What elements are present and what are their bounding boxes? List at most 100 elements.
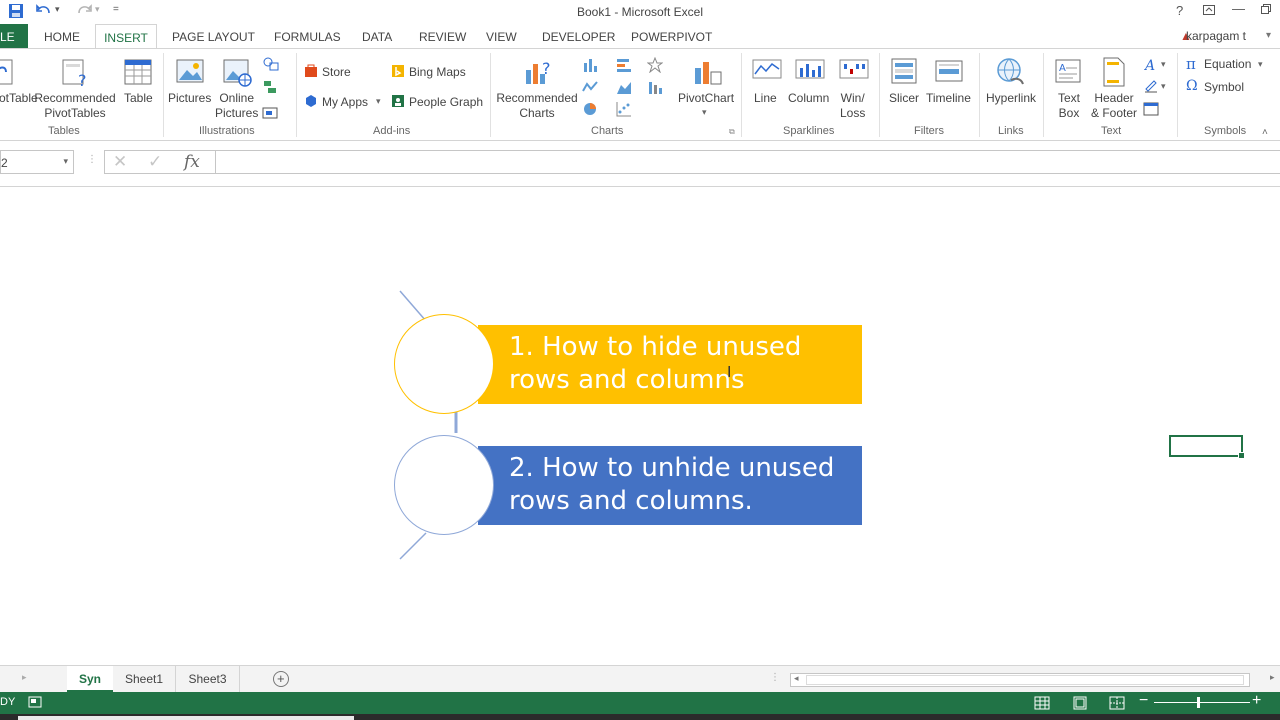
pictures-icon[interactable] (175, 56, 205, 88)
online-pictures-label[interactable]: Online Pictures (215, 91, 258, 121)
name-box-dropdown-icon[interactable]: ▾ (63, 156, 68, 167)
pivotchart-dropdown-icon[interactable]: ▾ (702, 107, 707, 118)
sheet-tab-sheet3[interactable]: Sheet3 (176, 666, 240, 693)
scroll-left-icon[interactable]: ◂ (794, 673, 799, 684)
sparkline-column-label[interactable]: Column (788, 91, 829, 106)
signature-dropdown-icon[interactable]: ▾ (1161, 81, 1166, 92)
scatter-chart-icon[interactable] (616, 101, 632, 117)
pivotchart-label[interactable]: PivotChart (678, 91, 734, 106)
tab-formulas[interactable]: FORMULAS (274, 30, 341, 44)
shapes-icon[interactable] (262, 56, 279, 72)
tab-view[interactable]: VIEW (486, 30, 517, 44)
step1-circle[interactable] (394, 314, 494, 414)
restore-icon[interactable] (1260, 3, 1272, 18)
pie-chart-icon[interactable] (582, 101, 598, 117)
my-apps-button[interactable]: My Apps (322, 95, 368, 109)
wordart-icon[interactable]: A (1143, 57, 1159, 74)
equation-dropdown-icon[interactable]: ▾ (1258, 59, 1263, 70)
page-break-view-icon[interactable] (1109, 695, 1125, 714)
scrollbar-thumb[interactable] (806, 675, 1244, 685)
stock-chart-icon[interactable] (647, 79, 663, 95)
signature-line-icon[interactable] (1143, 79, 1159, 95)
sparkline-line-label[interactable]: Line (754, 91, 777, 106)
textbox-icon[interactable]: A (1054, 56, 1084, 88)
symbol-button[interactable]: Symbol (1204, 80, 1244, 94)
collapse-ribbon-icon[interactable]: ˄ (1262, 127, 1268, 138)
my-apps-icon[interactable] (304, 94, 320, 110)
line-chart-icon[interactable] (582, 79, 598, 95)
textbox-label[interactable]: Text Box (1058, 91, 1080, 121)
user-name[interactable]: karpagam t (1186, 29, 1246, 43)
name-box[interactable]: 2 ▾ (0, 150, 74, 174)
table-icon[interactable] (123, 56, 153, 88)
insert-function-icon[interactable]: fx (184, 152, 200, 172)
new-sheet-button[interactable]: + (273, 671, 289, 687)
bing-maps-button[interactable]: Bing Maps (409, 65, 466, 79)
tab-split-handle-icon[interactable]: ⋮ (770, 672, 780, 683)
sheet-canvas[interactable]: 1. How to hide unused rows and columns 2… (0, 188, 1280, 665)
zoom-in-icon[interactable]: + (1252, 692, 1261, 710)
store-icon[interactable] (304, 64, 320, 80)
tab-file[interactable]: LE (0, 24, 28, 48)
formula-input[interactable] (215, 150, 1280, 174)
store-button[interactable]: Store (322, 65, 351, 79)
symbol-icon[interactable]: Ω (1186, 78, 1198, 94)
recommended-charts-label[interactable]: Recommended Charts (496, 91, 578, 121)
scroll-sheets-right-icon[interactable]: ▸ (22, 672, 27, 683)
pictures-label[interactable]: Pictures (168, 91, 211, 106)
zoom-slider-track[interactable] (1154, 702, 1250, 703)
active-cell-selection[interactable] (1169, 435, 1245, 459)
object-icon[interactable] (1143, 101, 1159, 117)
step1-bar[interactable]: 1. How to hide unused rows and columns (478, 325, 862, 404)
pivottable-icon[interactable] (0, 56, 20, 88)
slicer-label[interactable]: Slicer (889, 91, 919, 106)
recommended-charts-icon[interactable]: ? (522, 56, 552, 88)
equation-icon[interactable]: π (1186, 55, 1196, 73)
tab-powerpivot[interactable]: POWERPIVOT (631, 30, 712, 44)
timeline-icon[interactable] (934, 56, 964, 88)
sparkline-column-icon[interactable] (795, 56, 825, 88)
bar-chart-icon[interactable] (616, 57, 632, 73)
step2-bar[interactable]: 2. How to unhide unused rows and columns… (478, 446, 862, 525)
sheet-tab-syn[interactable]: Syn (67, 666, 113, 693)
column-chart-icon[interactable] (582, 57, 598, 73)
horizontal-scrollbar[interactable]: ◂ (790, 673, 1250, 687)
header-footer-icon[interactable] (1101, 56, 1131, 88)
sparkline-line-icon[interactable] (752, 56, 782, 88)
screenshot-icon[interactable] (262, 104, 278, 120)
tab-review[interactable]: REVIEW (419, 30, 466, 44)
my-apps-dropdown-icon[interactable]: ▾ (376, 96, 381, 107)
sparkline-winloss-icon[interactable] (839, 56, 869, 88)
confirm-entry-icon[interactable]: ✓ (148, 152, 162, 172)
charts-dialog-launcher-icon[interactable]: ⧉ (729, 127, 735, 137)
hyperlink-icon[interactable] (995, 56, 1025, 88)
wordart-dropdown-icon[interactable]: ▾ (1161, 59, 1166, 70)
page-layout-view-icon[interactable] (1072, 695, 1088, 714)
zoom-slider-thumb[interactable] (1197, 697, 1200, 708)
online-pictures-icon[interactable] (222, 56, 252, 88)
step2-circle[interactable] (394, 435, 494, 535)
pivotchart-icon[interactable] (692, 56, 722, 88)
sparkline-winloss-label[interactable]: Win/ Loss (840, 91, 865, 121)
tab-insert[interactable]: INSERT (95, 24, 157, 49)
account-dropdown-icon[interactable]: ▾ (1266, 30, 1271, 41)
recommended-pivottables-label[interactable]: Recommended PivotTables (34, 91, 116, 121)
zoom-out-icon[interactable]: − (1139, 692, 1148, 710)
tab-developer[interactable]: DEVELOPER (542, 30, 615, 44)
minimize-icon[interactable]: — (1232, 1, 1245, 16)
equation-button[interactable]: Equation (1204, 57, 1251, 71)
people-graph-button[interactable]: People Graph (409, 95, 483, 109)
bing-maps-icon[interactable] (391, 64, 407, 80)
pivottable-label[interactable]: otTable (0, 91, 38, 106)
recommended-pivottables-icon[interactable]: ? (60, 56, 90, 90)
tab-data[interactable]: DATA (362, 30, 392, 44)
header-footer-label[interactable]: Header & Footer (1090, 91, 1138, 121)
help-icon[interactable]: ? (1176, 3, 1183, 18)
table-label[interactable]: Table (124, 91, 153, 106)
sheet-tab-sheet1[interactable]: Sheet1 (113, 666, 176, 693)
normal-view-icon[interactable] (1034, 695, 1050, 714)
smartart-icon[interactable] (262, 79, 278, 95)
macro-record-icon[interactable] (28, 695, 42, 712)
area-chart-icon[interactable] (616, 79, 632, 95)
ribbon-display-options-icon[interactable] (1202, 3, 1216, 20)
